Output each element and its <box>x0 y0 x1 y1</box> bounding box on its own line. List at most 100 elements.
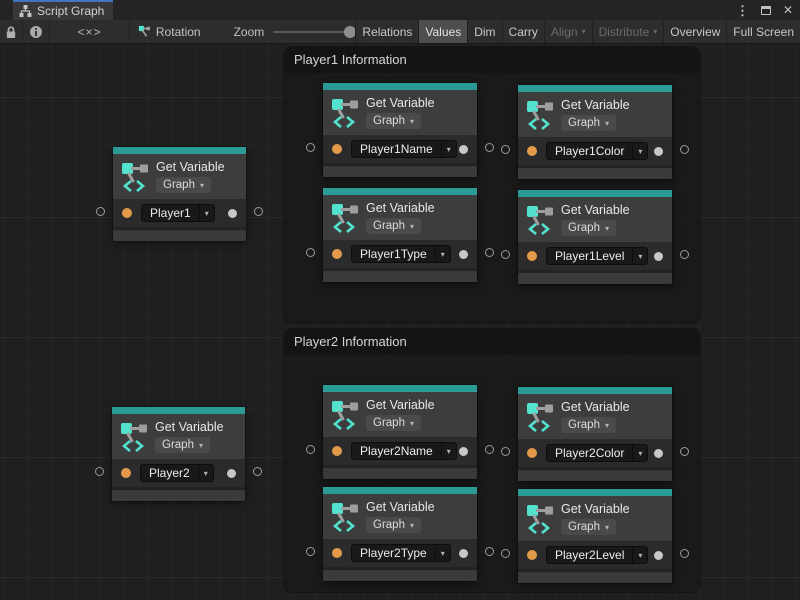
maximize-icon[interactable] <box>761 6 771 15</box>
input-port-dot[interactable] <box>121 468 131 478</box>
node-header[interactable]: Get Variable Graph ▾ <box>323 195 477 240</box>
node-get-variable-player2type[interactable]: Get Variable Graph ▾ Player2Type ▾ <box>323 487 477 581</box>
scope-dropdown[interactable]: Graph ▾ <box>561 220 616 236</box>
input-port-dot[interactable] <box>332 249 342 259</box>
toolbar-button-overview[interactable]: Overview <box>664 20 727 43</box>
output-port-dot[interactable] <box>459 145 468 154</box>
variable-dropdown-caret[interactable]: ▾ <box>435 545 450 561</box>
node-get-variable-player1[interactable]: Get Variable Graph ▾ Player1 ▾ <box>113 147 246 241</box>
variable-dropdown-caret[interactable]: ▾ <box>198 465 213 481</box>
variable-dropdown-caret[interactable]: ▾ <box>435 246 450 262</box>
graph-canvas[interactable]: Player1 Information Player2 Information … <box>0 44 800 600</box>
scope-dropdown[interactable]: Graph ▾ <box>561 115 616 131</box>
input-port-ring[interactable] <box>501 145 510 154</box>
node-get-variable-player1type[interactable]: Get Variable Graph ▾ Player1Type ▾ <box>323 188 477 282</box>
input-port-ring[interactable] <box>306 143 315 152</box>
output-port-dot[interactable] <box>228 209 237 218</box>
group-header[interactable]: Player2 Information <box>284 329 700 355</box>
close-icon[interactable]: ✕ <box>783 4 793 16</box>
input-port-dot[interactable] <box>527 550 537 560</box>
input-port-dot[interactable] <box>527 146 537 156</box>
variable-dropdown[interactable]: Player2Level ▾ <box>546 546 648 564</box>
toolbar-button-full-screen[interactable]: Full Screen <box>727 20 800 43</box>
node-get-variable-player2name[interactable]: Get Variable Graph ▾ Player2Name ▾ <box>323 385 477 479</box>
output-port-dot[interactable] <box>654 449 663 458</box>
input-port-ring[interactable] <box>306 445 315 454</box>
toolbar-button-carry[interactable]: Carry <box>503 20 545 43</box>
output-port-dot[interactable] <box>459 447 468 456</box>
output-port-dot[interactable] <box>654 252 663 261</box>
input-port-dot[interactable] <box>527 251 537 261</box>
node-header[interactable]: Get Variable Graph ▾ <box>113 154 246 199</box>
node-header[interactable]: Get Variable Graph ▾ <box>518 394 672 439</box>
toolbar-button-values[interactable]: Values <box>419 20 468 43</box>
input-port-ring[interactable] <box>306 547 315 556</box>
output-port-ring[interactable] <box>680 447 689 456</box>
output-port-ring[interactable] <box>485 547 494 556</box>
variable-dropdown[interactable]: Player1Type ▾ <box>351 245 451 263</box>
node-header[interactable]: Get Variable Graph ▾ <box>518 197 672 242</box>
input-port-ring[interactable] <box>501 447 510 456</box>
output-port-dot[interactable] <box>459 250 468 259</box>
input-port-ring[interactable] <box>501 549 510 558</box>
node-get-variable-player1color[interactable]: Get Variable Graph ▾ Player1Color ▾ <box>518 85 672 179</box>
toolbar-button-dim[interactable]: Dim <box>468 20 502 43</box>
scope-dropdown[interactable]: Graph ▾ <box>155 437 210 453</box>
input-port-dot[interactable] <box>332 548 342 558</box>
input-port-dot[interactable] <box>122 208 132 218</box>
node-get-variable-player1name[interactable]: Get Variable Graph ▾ Player1Name ▾ <box>323 83 477 177</box>
tab-script-graph[interactable]: Script Graph <box>13 0 113 20</box>
variable-dropdown[interactable]: Player1Level ▾ <box>546 247 648 265</box>
zoom-slider[interactable] <box>273 31 352 33</box>
input-port-dot[interactable] <box>527 448 537 458</box>
output-port-dot[interactable] <box>227 469 236 478</box>
scope-dropdown[interactable]: Graph ▾ <box>366 517 421 533</box>
variable-dropdown-caret[interactable]: ▾ <box>632 248 647 264</box>
output-port-ring[interactable] <box>485 248 494 257</box>
scope-dropdown[interactable]: Graph ▾ <box>561 519 616 535</box>
variable-dropdown-caret[interactable]: ▾ <box>441 141 456 157</box>
output-port-ring[interactable] <box>680 145 689 154</box>
node-header[interactable]: Get Variable Graph ▾ <box>518 496 672 541</box>
variable-dropdown[interactable]: Player1Color ▾ <box>546 142 648 160</box>
scope-dropdown[interactable]: Graph ▾ <box>366 113 421 129</box>
node-header[interactable]: Get Variable Graph ▾ <box>112 414 245 459</box>
variable-dropdown-caret[interactable]: ▾ <box>632 143 647 159</box>
node-header[interactable]: Get Variable Graph ▾ <box>518 92 672 137</box>
lock-button[interactable] <box>0 20 23 43</box>
variable-dropdown-caret[interactable]: ▾ <box>441 443 456 459</box>
toolbar-button-align[interactable]: Align▾ <box>545 20 593 43</box>
output-port-ring[interactable] <box>485 445 494 454</box>
node-get-variable-player2level[interactable]: Get Variable Graph ▾ Player2Level ▾ <box>518 489 672 583</box>
variable-dropdown[interactable]: Player2Type ▾ <box>351 544 451 562</box>
variable-dropdown-caret[interactable]: ▾ <box>632 445 647 461</box>
node-header[interactable]: Get Variable Graph ▾ <box>323 392 477 437</box>
scope-dropdown[interactable]: Graph ▾ <box>366 415 421 431</box>
output-port-ring[interactable] <box>254 207 263 216</box>
output-port-dot[interactable] <box>459 549 468 558</box>
output-port-ring[interactable] <box>680 250 689 259</box>
input-port-dot[interactable] <box>332 446 342 456</box>
variable-dropdown[interactable]: Player2Name ▾ <box>351 442 457 460</box>
variable-dropdown[interactable]: Player2 ▾ <box>140 464 214 482</box>
variable-dropdown[interactable]: Player2Color ▾ <box>546 444 648 462</box>
output-port-dot[interactable] <box>654 147 663 156</box>
scope-dropdown[interactable]: Graph ▾ <box>561 417 616 433</box>
variable-dropdown-caret[interactable]: ▾ <box>632 547 647 563</box>
group-header[interactable]: Player1 Information <box>284 47 700 73</box>
toolbar-button-relations[interactable]: Relations <box>356 20 419 43</box>
node-header[interactable]: Get Variable Graph ▾ <box>323 494 477 539</box>
input-port-ring[interactable] <box>306 248 315 257</box>
output-port-ring[interactable] <box>253 467 262 476</box>
input-port-dot[interactable] <box>332 144 342 154</box>
output-port-dot[interactable] <box>654 551 663 560</box>
node-get-variable-player1level[interactable]: Get Variable Graph ▾ Player1Level ▾ <box>518 190 672 284</box>
node-header[interactable]: Get Variable Graph ▾ <box>323 90 477 135</box>
variable-dropdown-caret[interactable]: ▾ <box>199 205 214 221</box>
node-get-variable-player2color[interactable]: Get Variable Graph ▾ Player2Color ▾ <box>518 387 672 481</box>
output-port-ring[interactable] <box>680 549 689 558</box>
variable-dropdown[interactable]: Player1Name ▾ <box>351 140 457 158</box>
input-port-ring[interactable] <box>501 250 510 259</box>
node-get-variable-player2[interactable]: Get Variable Graph ▾ Player2 ▾ <box>112 407 245 501</box>
kebab-menu-icon[interactable]: ⋮ <box>736 4 749 17</box>
